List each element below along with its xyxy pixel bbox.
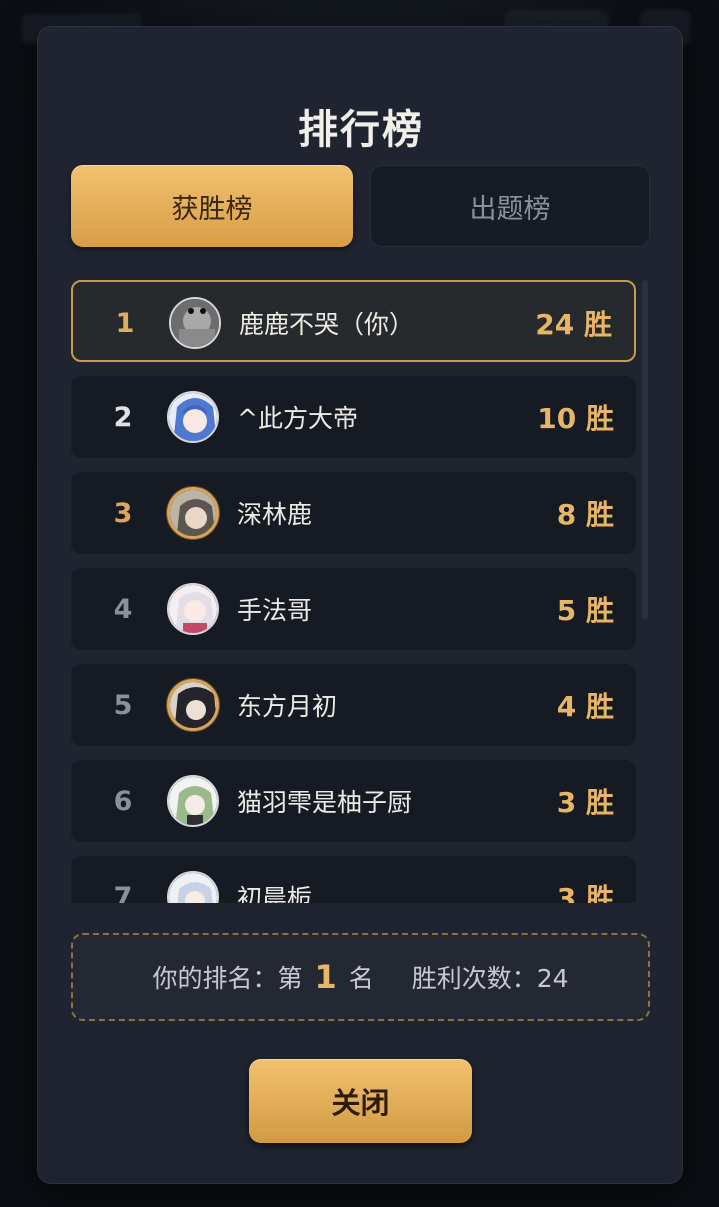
rank-number: 2	[113, 401, 133, 433]
close-button[interactable]: 关闭	[249, 1059, 472, 1143]
rank-number: 6	[113, 785, 133, 817]
win-count: 4 胜	[556, 690, 614, 723]
rank-number: 4	[113, 593, 133, 625]
win-count: 24 胜	[535, 308, 612, 341]
win-count: 10 胜	[537, 402, 614, 435]
rank-number: 3	[113, 497, 133, 529]
rank-number: 7	[113, 881, 133, 904]
tab-question-leaderboard[interactable]: 出题榜	[370, 165, 650, 247]
ranking-row-2[interactable]: 2 ^此方大帝 10 胜	[71, 376, 636, 458]
ranking-row-3[interactable]: 3 深林鹿 8 胜	[71, 472, 636, 554]
dialog-title: 排行榜	[298, 106, 424, 153]
avatar	[167, 679, 219, 731]
win-count: 5 胜	[556, 594, 614, 627]
rank-number: 1	[115, 307, 135, 339]
win-count: 3 胜	[556, 786, 614, 819]
rank-prefix: 你的排名：第	[152, 964, 303, 993]
avatar	[167, 775, 219, 827]
player-name: 初晨栀	[237, 884, 313, 903]
player-name: 深林鹿	[237, 500, 313, 529]
avatar	[169, 297, 221, 349]
ranking-list[interactable]: 1 鹿鹿不哭（你） 24 胜 2 ^此方大帝 10 胜 3 深林鹿 8 胜 4 …	[71, 279, 636, 903]
ranking-row-4[interactable]: 4 手法哥 5 胜	[71, 568, 636, 650]
player-name: ^此方大帝	[237, 404, 358, 433]
ranking-row-7[interactable]: 7 初晨栀 3 胜	[71, 856, 636, 903]
win-count: 3 胜	[556, 882, 614, 903]
player-name: 手法哥	[237, 596, 313, 625]
leaderboard-dialog: 排行榜 获胜榜 出题榜 1 鹿鹿不哭（你） 24 胜 2 ^此方大帝 10 胜 …	[37, 26, 683, 1184]
tab-wins-leaderboard[interactable]: 获胜榜	[71, 165, 353, 247]
list-scrollbar[interactable]	[642, 280, 648, 620]
my-rank-summary: 你的排名：第 1 名 胜利次数：24	[71, 933, 650, 1021]
avatar	[167, 487, 219, 539]
player-name: 鹿鹿不哭（你）	[239, 310, 415, 339]
my-wins: 胜利次数：24	[411, 964, 569, 993]
avatar	[167, 391, 219, 443]
ranking-row-6[interactable]: 6 猫羽雫是柚子厨 3 胜	[71, 760, 636, 842]
rank-number: 5	[113, 689, 133, 721]
ranking-row-1[interactable]: 1 鹿鹿不哭（你） 24 胜	[71, 280, 636, 362]
my-rank-value: 1	[314, 958, 337, 996]
ranking-row-5[interactable]: 5 东方月初 4 胜	[71, 664, 636, 746]
avatar	[167, 583, 219, 635]
player-name: 猫羽雫是柚子厨	[237, 788, 413, 817]
rank-suffix: 名	[348, 964, 374, 993]
player-name: 东方月初	[237, 692, 338, 721]
win-count: 8 胜	[556, 498, 614, 531]
